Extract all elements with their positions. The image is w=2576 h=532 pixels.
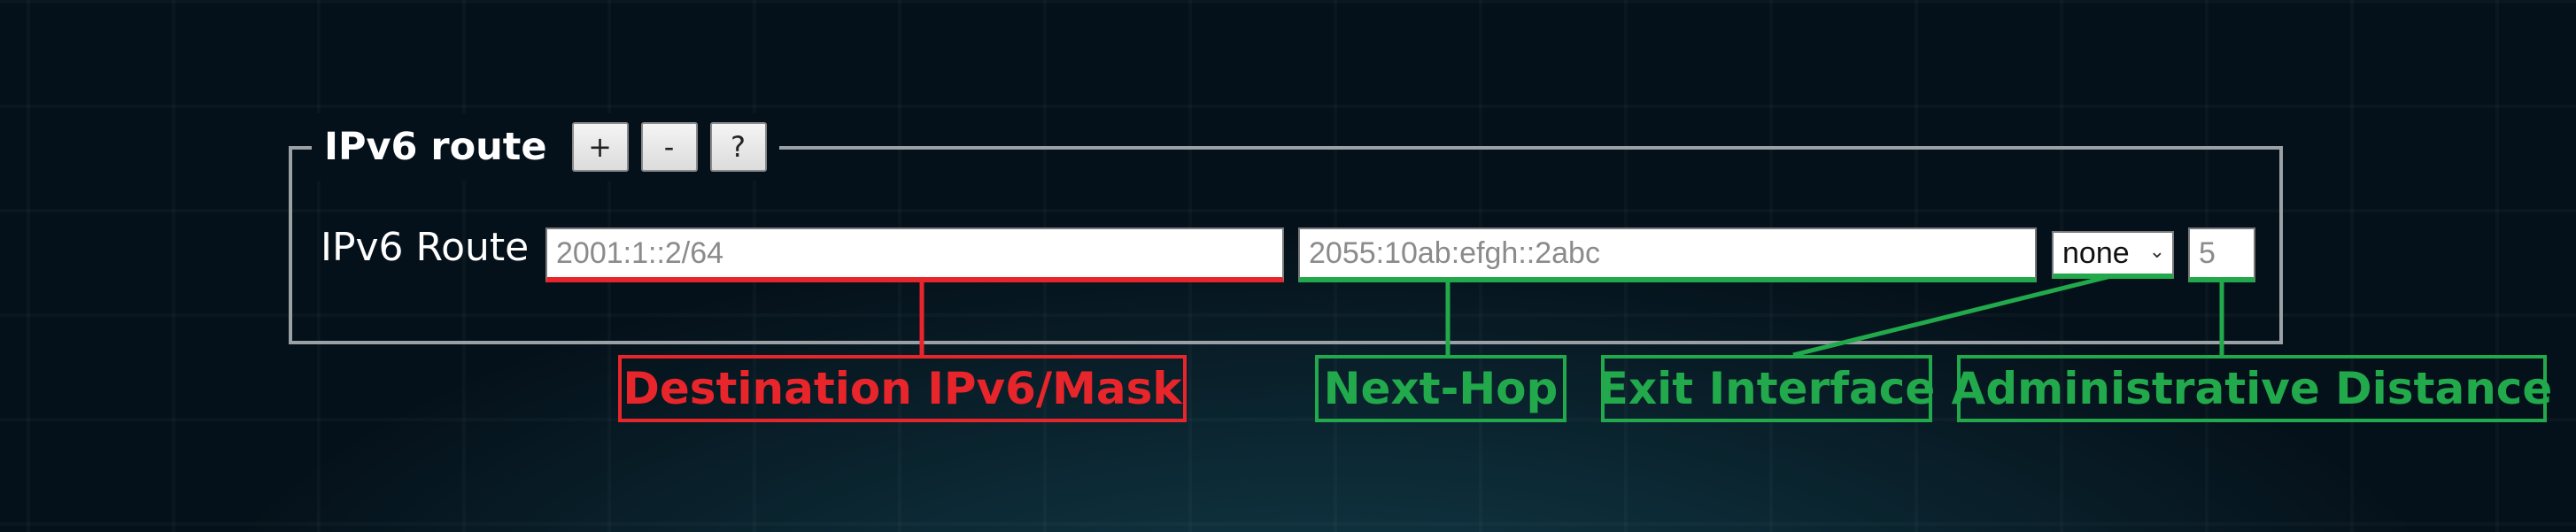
destination-callout: Destination IPv6/Mask: [618, 355, 1187, 422]
exit-interface-connector: [1792, 274, 2112, 358]
exit-interface-callout: Exit Interface: [1598, 355, 1935, 422]
next-hop-callout: Next-Hop: [1315, 355, 1566, 422]
callout-connectors: [919, 274, 2224, 358]
admin-distance-callout: Administrative Distance: [1952, 355, 2552, 422]
